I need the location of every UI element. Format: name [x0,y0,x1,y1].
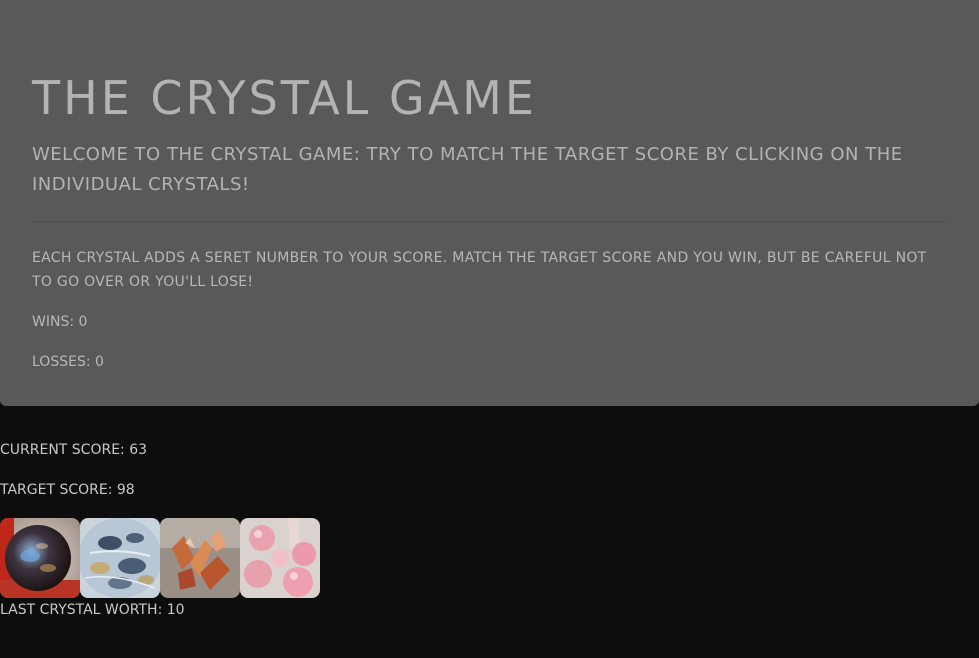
crystal-button-4[interactable] [240,518,320,598]
losses-counter: Losses: 0 [32,354,104,370]
crystal-button-2[interactable] [80,518,160,598]
target-score: Target Score: 98 [0,482,135,498]
wins-counter: Wins: 0 [32,314,88,330]
rose-quartz-crystal-icon [240,518,320,598]
rules-text: Each crystal adds a seret number to your… [32,250,927,290]
current-score: Current Score: 63 [0,442,148,458]
orange-quartz-crystal-icon [160,518,240,598]
divider [32,221,946,222]
last-crystal-worth: Last crystal worth: 10 [0,602,185,618]
welcome-text: Welcome to the Crystal Game: Try to matc… [32,144,903,195]
jumbotron: The Crystal Game Welcome to the Crystal … [0,0,979,406]
dendritic-agate-crystal-icon [80,518,160,598]
crystal-button-3[interactable] [160,518,240,598]
opal-crystal-icon [0,518,80,598]
crystal-row [0,518,320,598]
page-title: The Crystal Game [32,71,537,125]
crystal-button-1[interactable] [0,518,80,598]
